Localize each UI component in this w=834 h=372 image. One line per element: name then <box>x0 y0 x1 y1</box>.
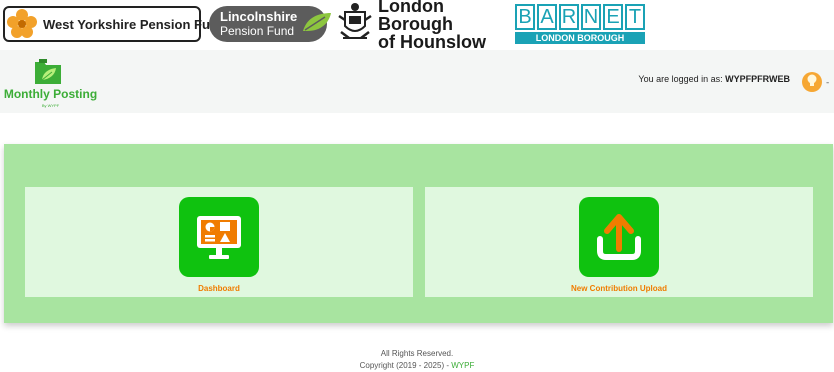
main-panel: Dashboard New Contribution Upload <box>4 144 833 323</box>
app-subtitle: By WYPF <box>41 103 60 108</box>
app-title: Monthly Posting <box>3 87 98 101</box>
dashboard-card[interactable]: Dashboard <box>25 187 413 297</box>
lincs-logo-line2: Pension Fund <box>220 24 295 38</box>
lincs-logo-line1: Lincolnshire <box>220 9 298 24</box>
wypf-logo-text: West Yorkshire Pension Fund <box>43 16 226 32</box>
dashboard-monitor-icon <box>179 197 259 277</box>
folder-leaf-icon <box>33 58 63 86</box>
hounslow-logo-line1: London Borough <box>378 0 453 34</box>
new-contribution-upload-card[interactable]: New Contribution Upload <box>425 187 813 297</box>
bulb-icon <box>806 73 818 92</box>
username: WYPFPFRWEB <box>725 74 790 84</box>
user-avatar[interactable] <box>802 72 822 92</box>
barnet-letter: N <box>581 4 601 30</box>
barnet-letter: B <box>515 4 535 30</box>
hounslow-logo: London Borough of Hounslow <box>337 0 509 51</box>
partner-logos: West Yorkshire Pension Fund Lincolnshire… <box>0 0 834 51</box>
dashboard-card-label: Dashboard <box>198 284 240 293</box>
barnet-letter: T <box>625 4 645 30</box>
footer-rights: All Rights Reserved. <box>380 349 454 358</box>
upload-card-label: New Contribution Upload <box>571 284 667 293</box>
barnet-letter: E <box>603 4 623 30</box>
app-header: Monthly Posting By WYPF You are logged i… <box>0 50 834 113</box>
barnet-letter: R <box>559 4 579 30</box>
footer-copyright-line: Copyright (2019 - 2025) - WYPF <box>0 360 834 372</box>
barnet-letter: A <box>537 4 557 30</box>
wypf-logo: West Yorkshire Pension Fund <box>3 6 226 42</box>
footer-copyright: Copyright (2019 - 2025) - <box>359 361 450 370</box>
rose-icon <box>7 8 37 40</box>
login-status: You are logged in as: WYPFPFRWEB <box>638 74 790 84</box>
crest-icon <box>337 2 373 46</box>
app-brand[interactable]: Monthly Posting By WYPF <box>3 58 98 112</box>
login-prefix: You are logged in as: <box>638 74 723 84</box>
upload-icon <box>579 197 659 277</box>
user-menu-toggle[interactable]: - <box>826 78 829 88</box>
barnet-logo: B A R N E T LONDON BOROUGH <box>515 4 649 46</box>
lincolnshire-logo: Lincolnshire Pension Fund <box>209 6 332 42</box>
hounslow-logo-line2: of Hounslow <box>378 32 486 52</box>
footer-wypf-link[interactable]: WYPF <box>451 361 474 370</box>
leaf-icon <box>301 11 333 37</box>
barnet-logo-subtitle: LONDON BOROUGH <box>515 32 645 44</box>
page-footer: All Rights Reserved. Copyright (2019 - 2… <box>0 348 834 372</box>
